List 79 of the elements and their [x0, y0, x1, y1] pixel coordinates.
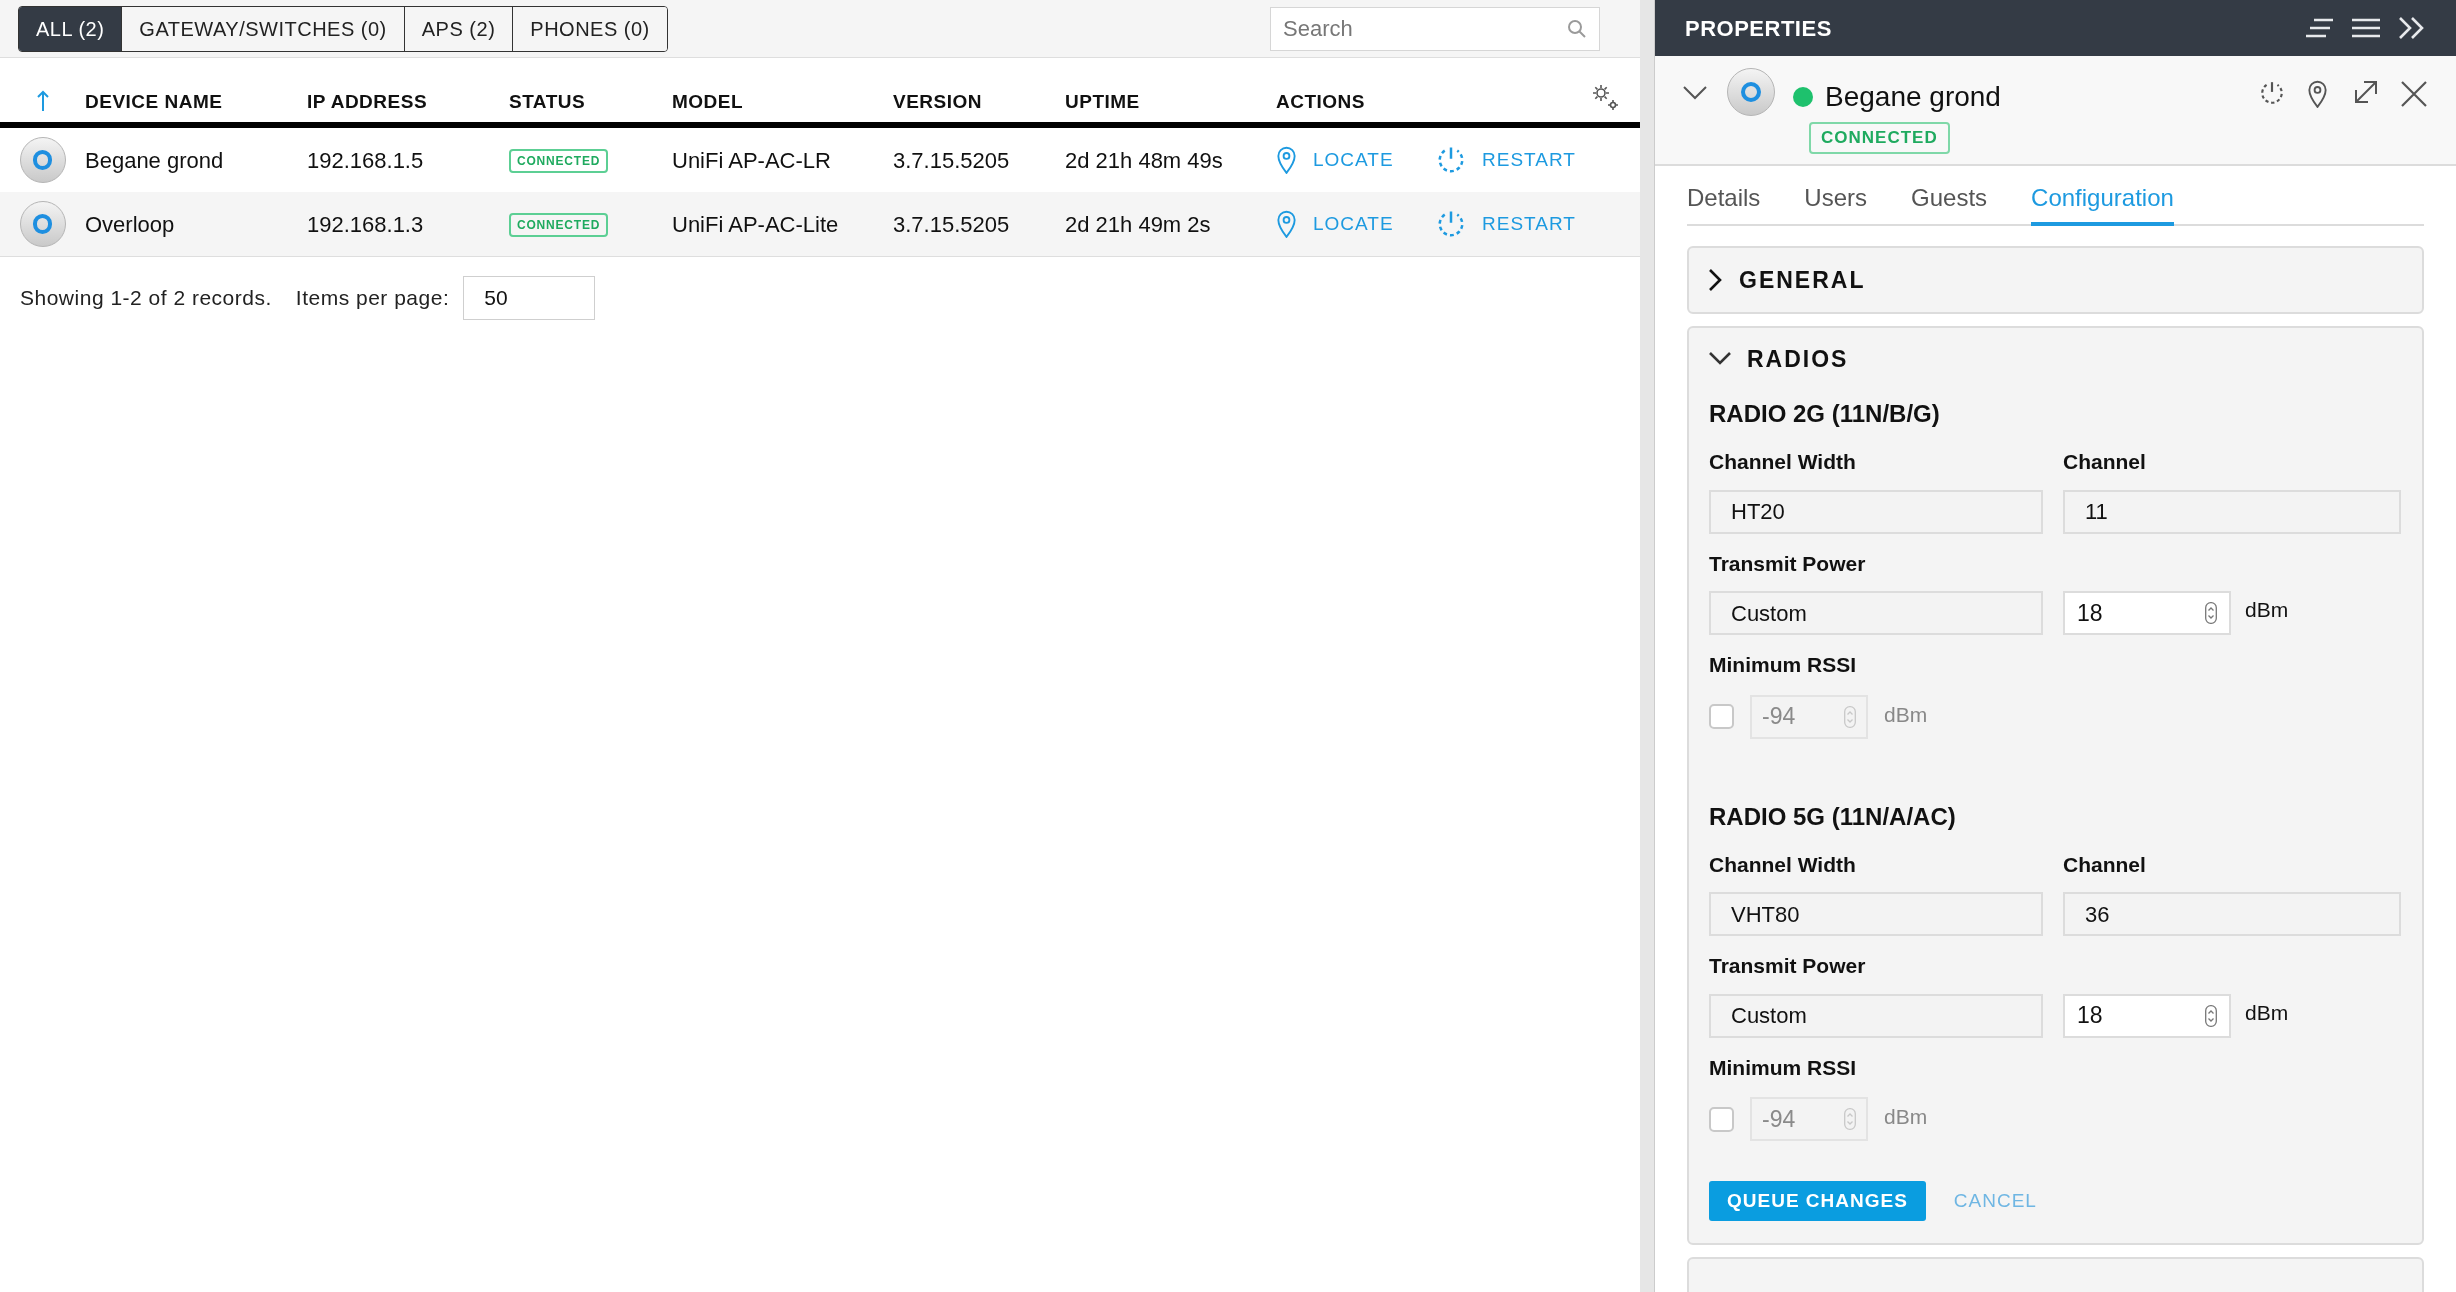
channel-width-field[interactable]: VHT80: [1709, 892, 2043, 936]
transmit-power-mode-field[interactable]: Custom: [1709, 993, 2043, 1038]
menu-icon[interactable]: [2352, 17, 2380, 39]
power-icon: [1436, 209, 1466, 239]
access-point-icon: [19, 201, 66, 247]
uptime: 2d 21h 48m 49s: [1065, 147, 1223, 173]
properties-tab[interactable]: Guests: [1911, 180, 1988, 226]
filter-tab[interactable]: ALL (2): [19, 6, 122, 51]
unit-label: dBm: [2245, 999, 2289, 1026]
status-badge: CONNECTED: [1809, 122, 1950, 154]
search-icon: [1567, 18, 1587, 39]
power-icon[interactable]: [2259, 80, 2285, 106]
access-point-icon: [19, 137, 66, 183]
field-label: Channel: [2063, 449, 2146, 475]
properties-tab[interactable]: Details: [1687, 180, 1761, 226]
device-name: Begane grond: [85, 147, 224, 173]
items-per-page-field[interactable]: 50: [463, 276, 596, 320]
location-pin-icon: [1276, 146, 1297, 174]
chevron-down-icon[interactable]: [1709, 352, 1731, 366]
model-name: UniFi AP-AC-LR: [672, 147, 831, 173]
field-label: Channel: [2063, 851, 2146, 878]
transmit-power-field[interactable]: 18: [2063, 591, 2231, 635]
firmware-version: 3.7.15.5205: [893, 211, 1010, 237]
channel-field[interactable]: 36: [2063, 892, 2401, 936]
records-summary: Showing 1-2 of 2 records.: [20, 285, 272, 312]
ip-address: 192.168.1.3: [307, 211, 424, 237]
panel-title: PROPERTIES: [1685, 14, 1833, 43]
field-label: Transmit Power: [1709, 953, 1867, 979]
power-icon: [1436, 145, 1466, 175]
field-label: Channel Width: [1709, 851, 1857, 878]
spinner-arrows-icon[interactable]: [2205, 602, 2217, 624]
spinner-arrows-icon[interactable]: [2205, 1004, 2217, 1027]
field-label: Minimum RSSI: [1709, 1054, 1857, 1081]
channel-field[interactable]: 11: [2063, 489, 2401, 534]
section-title[interactable]: RADIOS: [1747, 341, 1849, 377]
status-badge: CONNECTED: [509, 212, 609, 237]
close-icon[interactable]: [2400, 80, 2428, 108]
properties-tab[interactable]: Users: [1804, 180, 1868, 226]
chevron-down-icon[interactable]: [1683, 86, 1707, 100]
field-label: Channel Width: [1709, 449, 1857, 475]
chevron-right-icon[interactable]: [1709, 269, 1723, 291]
transmit-power-mode-field[interactable]: Custom: [1709, 591, 2043, 635]
column-header[interactable]: VERSION: [893, 87, 983, 116]
location-pin-icon: [1276, 210, 1297, 238]
column-header[interactable]: UPTIME: [1065, 87, 1140, 116]
unit-label: dBm: [1884, 1104, 1928, 1131]
filter-tab[interactable]: PHONES (0): [512, 6, 667, 51]
location-pin-icon[interactable]: [2307, 80, 2328, 108]
unit-label: dBm: [1884, 701, 1928, 728]
double-chevron-right-icon[interactable]: [2398, 16, 2426, 40]
status-badge: CONNECTED: [509, 148, 609, 173]
transmit-power-field[interactable]: 18: [2063, 993, 2231, 1038]
device-title: Begane grond: [1825, 80, 2001, 114]
checkbox[interactable]: [1709, 704, 1734, 729]
unit-label: dBm: [2245, 597, 2289, 624]
channel-width-field[interactable]: HT20: [1709, 489, 2043, 534]
section-title[interactable]: GENERAL: [1739, 262, 1866, 298]
model-name: UniFi AP-AC-Lite: [672, 211, 839, 237]
align-right-lines-icon[interactable]: [2306, 17, 2334, 39]
scrollbar[interactable]: [1640, 0, 1654, 1292]
firmware-version: 3.7.15.5205: [893, 147, 1010, 173]
field-label: Transmit Power: [1709, 550, 1867, 577]
radio-title: RADIO 5G (11N/A/AC): [1709, 801, 1957, 832]
items-per-page-label: Items per page:: [295, 285, 450, 312]
gears-icon[interactable]: [1590, 82, 1620, 112]
field-label: Minimum RSSI: [1709, 652, 1857, 678]
column-header[interactable]: MODEL: [672, 87, 744, 116]
ip-address: 192.168.1.5: [307, 147, 424, 173]
radio-title: RADIO 2G (11N/B/G): [1709, 399, 1941, 429]
access-point-icon: [1727, 68, 1775, 116]
uptime: 2d 21h 49m 2s: [1065, 211, 1211, 237]
column-header[interactable]: IP ADDRESS: [307, 87, 428, 116]
column-header[interactable]: DEVICE NAME: [85, 87, 223, 116]
checkbox[interactable]: [1709, 1106, 1734, 1132]
column-header[interactable]: STATUS: [509, 87, 586, 116]
column-header[interactable]: ACTIONS: [1276, 87, 1365, 116]
search-field[interactable]: Search: [1270, 6, 1600, 51]
sort-ascending-arrow-icon[interactable]: [35, 90, 50, 112]
device-name: Overloop: [85, 211, 175, 237]
